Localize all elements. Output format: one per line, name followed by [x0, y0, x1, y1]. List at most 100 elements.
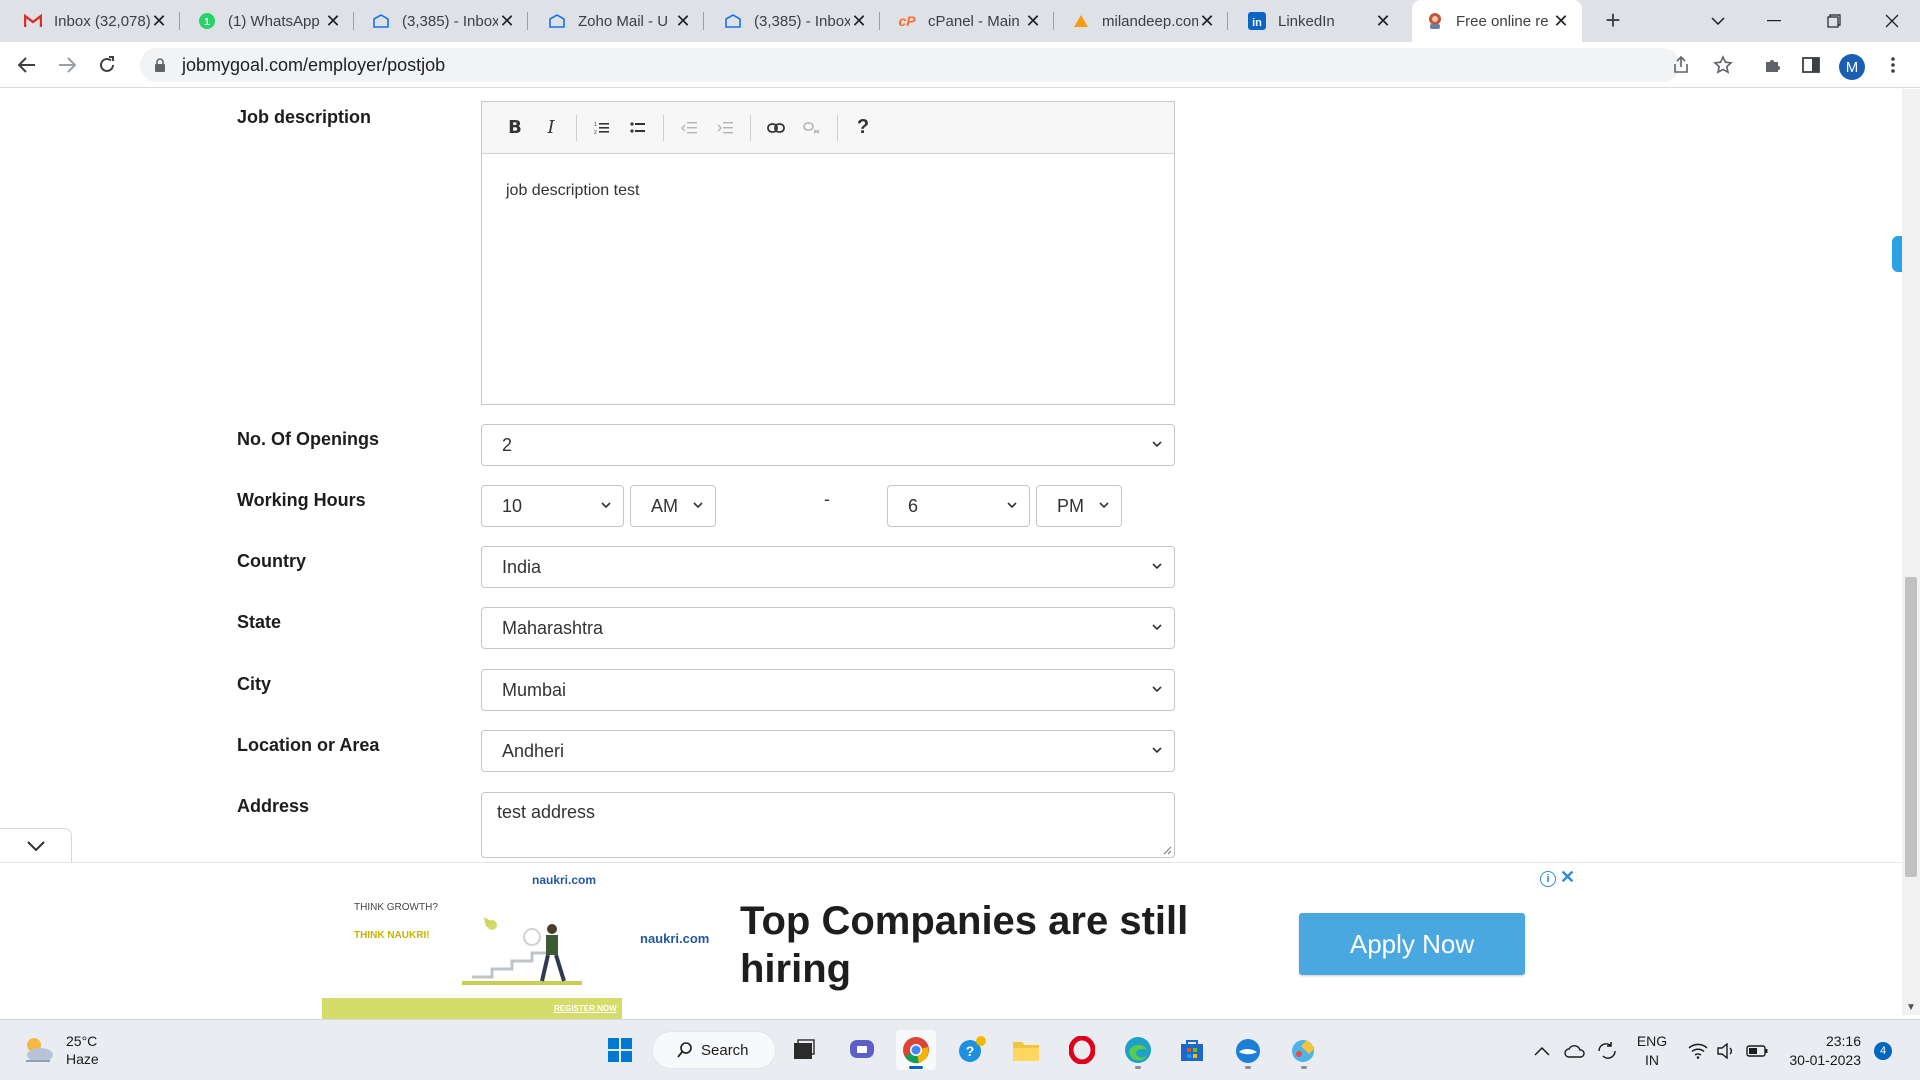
- tab-search-chevron-down-icon[interactable]: [1690, 0, 1746, 42]
- chevron-down-icon: [1152, 624, 1162, 631]
- state-value: Maharashtra: [502, 617, 604, 638]
- extensions-puzzle-icon[interactable]: [1758, 50, 1788, 80]
- to-ampm-value: PM: [1057, 495, 1084, 516]
- indent-icon[interactable]: [710, 113, 740, 143]
- help-app-icon[interactable]: ?: [952, 1030, 992, 1070]
- tab-phpmyadmin[interactable]: milandeep.com ✕: [1058, 0, 1228, 42]
- teams-chat-icon[interactable]: [842, 1030, 882, 1070]
- from-hour-value: 10: [502, 495, 523, 516]
- reload-button[interactable]: [92, 50, 122, 80]
- close-icon[interactable]: ✕: [150, 11, 168, 32]
- battery-icon[interactable]: [1746, 1020, 1768, 1080]
- to-ampm-select[interactable]: PM: [1036, 485, 1122, 527]
- close-icon[interactable]: ✕: [1024, 11, 1042, 32]
- taskbar-search[interactable]: Search: [652, 1031, 776, 1069]
- store-icon[interactable]: [1172, 1030, 1212, 1070]
- chevron-down-icon: [1152, 441, 1162, 448]
- file-explorer-icon[interactable]: [1006, 1030, 1046, 1070]
- city-select[interactable]: Mumbai: [481, 669, 1175, 711]
- ad-headline[interactable]: Top Companies are still hiring: [740, 897, 1220, 993]
- task-view-icon[interactable]: [784, 1030, 824, 1070]
- italic-icon[interactable]: I: [536, 113, 566, 143]
- close-icon[interactable]: ✕: [498, 11, 516, 32]
- weather-widget[interactable]: 25°C Haze: [20, 1032, 99, 1068]
- bulleted-list-icon[interactable]: [623, 113, 653, 143]
- numbered-list-icon[interactable]: 12: [587, 113, 617, 143]
- close-icon[interactable]: ✕: [324, 11, 342, 32]
- side-panel-icon[interactable]: [1796, 50, 1826, 80]
- tab-title: LinkedIn: [1278, 12, 1335, 30]
- ad-info-icon[interactable]: i: [1540, 871, 1556, 887]
- state-select[interactable]: Maharashtra: [481, 607, 1175, 649]
- close-window-button[interactable]: [1864, 0, 1920, 42]
- close-icon[interactable]: ✕: [850, 11, 868, 32]
- kebab-menu-icon[interactable]: [1878, 50, 1908, 80]
- ad-close-icon[interactable]: ✕: [1560, 867, 1575, 888]
- link-icon[interactable]: [761, 113, 791, 143]
- from-ampm-select[interactable]: AM: [630, 485, 716, 527]
- tab-mail-1[interactable]: (3,385) - Inbox ✕: [358, 0, 528, 42]
- language-indicator[interactable]: ENG IN: [1634, 1032, 1670, 1070]
- to-hour-select[interactable]: 6: [887, 485, 1030, 527]
- help-icon[interactable]: ?: [848, 113, 878, 143]
- edge-icon[interactable]: [1118, 1030, 1158, 1070]
- start-button[interactable]: [600, 1030, 640, 1070]
- collapse-ad-button[interactable]: [0, 828, 72, 862]
- scroll-down-arrow-icon[interactable]: ▼: [1906, 1002, 1916, 1013]
- restore-button[interactable]: [1806, 0, 1862, 42]
- tab-gmail[interactable]: Inbox (32,078) ✕: [10, 0, 180, 42]
- system-clock[interactable]: 23:16 30-01-2023: [1781, 1032, 1861, 1070]
- side-feedback-tab[interactable]: [1892, 236, 1902, 272]
- show-hidden-icons[interactable]: [1534, 1020, 1550, 1080]
- tab-title: Inbox (32,078): [54, 12, 150, 30]
- app-bird-icon[interactable]: [1228, 1030, 1268, 1070]
- tab-title: (3,385) - Inbox: [754, 12, 850, 30]
- openings-select[interactable]: 2: [481, 424, 1175, 466]
- address-bar[interactable]: jobmygoal.com/employer/postjob: [140, 48, 1680, 82]
- bookmark-star-icon[interactable]: [1708, 50, 1738, 80]
- minimize-button[interactable]: [1746, 0, 1802, 42]
- bold-icon[interactable]: B: [500, 113, 530, 143]
- tab-mail-2[interactable]: (3,385) - Inbox ✕: [710, 0, 880, 42]
- close-icon[interactable]: ✕: [1198, 11, 1216, 32]
- lang-region: IN: [1645, 1052, 1659, 1068]
- url-text: jobmygoal.com/employer/postjob: [182, 54, 446, 75]
- wifi-icon[interactable]: [1688, 1020, 1708, 1080]
- sync-icon[interactable]: [1596, 1020, 1618, 1080]
- share-icon[interactable]: [1666, 50, 1696, 80]
- app-paint-icon[interactable]: [1284, 1030, 1324, 1070]
- close-icon[interactable]: ✕: [1552, 11, 1570, 32]
- close-icon[interactable]: ✕: [674, 11, 692, 32]
- whatsapp-icon: 1: [198, 12, 216, 30]
- close-icon[interactable]: ✕: [1374, 11, 1392, 32]
- new-tab-button[interactable]: +: [1598, 6, 1628, 36]
- scrollbar-thumb[interactable]: [1905, 577, 1917, 877]
- tab-active[interactable]: Free online re ✕: [1412, 0, 1582, 42]
- from-hour-select[interactable]: 10: [481, 485, 624, 527]
- unlink-icon[interactable]: [797, 113, 827, 143]
- back-button[interactable]: [12, 50, 42, 80]
- ad-container[interactable]: naukri.com THINK GROWTH? THINK NAUKRI! R…: [322, 867, 1578, 1020]
- job-description-label: Job description: [237, 107, 372, 127]
- address-textarea[interactable]: test address: [481, 792, 1175, 858]
- page-scrollbar[interactable]: ▼: [1902, 89, 1920, 1015]
- job-description-editor: B I 12 ? job description test: [481, 101, 1175, 405]
- tab-linkedin[interactable]: in LinkedIn ✕: [1234, 0, 1404, 42]
- tab-zoho-mail[interactable]: Zoho Mail - U ✕: [534, 0, 704, 42]
- tab-whatsapp[interactable]: 1 (1) WhatsApp ✕: [184, 0, 354, 42]
- outdent-icon[interactable]: [674, 113, 704, 143]
- profile-avatar[interactable]: M: [1839, 54, 1865, 80]
- forward-button[interactable]: [52, 50, 82, 80]
- location-select[interactable]: Andheri: [481, 730, 1175, 772]
- chrome-taskbar-icon[interactable]: [896, 1030, 936, 1070]
- ad-image[interactable]: naukri.com THINK GROWTH? THINK NAUKRI! R…: [322, 867, 622, 1020]
- job-description-text[interactable]: job description test: [482, 154, 1174, 228]
- tab-cpanel[interactable]: cP cPanel - Main ✕: [884, 0, 1054, 42]
- opera-icon[interactable]: [1062, 1030, 1102, 1070]
- onedrive-cloud-icon[interactable]: [1564, 1020, 1586, 1080]
- notification-badge[interactable]: 4: [1874, 1042, 1892, 1060]
- apply-now-button[interactable]: Apply Now: [1299, 913, 1525, 975]
- volume-icon[interactable]: [1716, 1020, 1736, 1080]
- country-select[interactable]: India: [481, 546, 1175, 588]
- tool-icon: [1426, 12, 1444, 30]
